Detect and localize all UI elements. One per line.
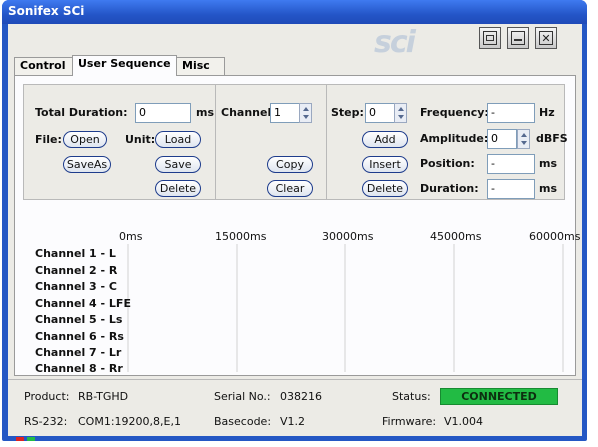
status-area: Product: RB-TGHD Serial No.: 038216 Stat… [8,379,582,436]
rs232-label: RS-232: [24,415,68,428]
firmware-label: Firmware: [382,415,437,428]
app-window: Sonifex SCi sci ✕ Control User Sequence … [2,0,587,441]
close-button[interactable]: ✕ [535,27,557,49]
minimize-icon [483,31,497,45]
channel-row-label: Channel 3 - C [35,280,118,293]
sci-logo: sci [374,25,416,60]
user-sequence-panel: Total Duration: 0 ms File: Open Unit: Lo… [14,75,580,376]
channel-row-label: Channel 8 - Rr [35,362,123,375]
red-lamp-icon [16,437,24,441]
connection-status-badge: CONNECTED [440,388,558,405]
restore-button[interactable] [507,27,529,49]
channel-row-label: Channel 6 - Rs [35,330,124,343]
status-lamps [16,437,44,441]
green-lamp-icon [27,437,35,441]
close-icon: ✕ [539,31,553,45]
channel-row-label: Channel 2 - R [35,264,118,277]
status-label: Status: [392,390,431,403]
tab-misc[interactable]: Misc [176,57,225,75]
tab-control[interactable]: Control [14,57,73,75]
serial-label: Serial No.: [214,390,271,403]
firmware-value: V1.004 [444,415,484,428]
basecode-label: Basecode: [214,415,272,428]
tab-user-sequence[interactable]: User Sequence [72,55,177,76]
header-area: sci ✕ [8,24,582,60]
serial-value: 038216 [280,390,322,403]
title-bar[interactable]: Sonifex SCi [2,0,587,24]
basecode-value: V1.2 [280,415,306,428]
rs232-value: COM1:19200,8,E,1 [78,415,181,428]
product-label: Product: [24,390,70,403]
channel-row-label: Channel 4 - LFE [35,297,131,310]
minimize-button[interactable] [479,27,501,49]
client-area: sci ✕ Control User Sequence Misc Total D… [8,24,582,436]
channel-row-label: Channel 5 - Ls [35,313,123,326]
product-value: RB-TGHD [78,390,129,403]
channel-row-label: Channel 7 - Lr [35,346,122,359]
window-title: Sonifex SCi [8,4,85,18]
channel-row-label: Channel 1 - L [35,247,116,260]
restore-icon [511,31,525,45]
